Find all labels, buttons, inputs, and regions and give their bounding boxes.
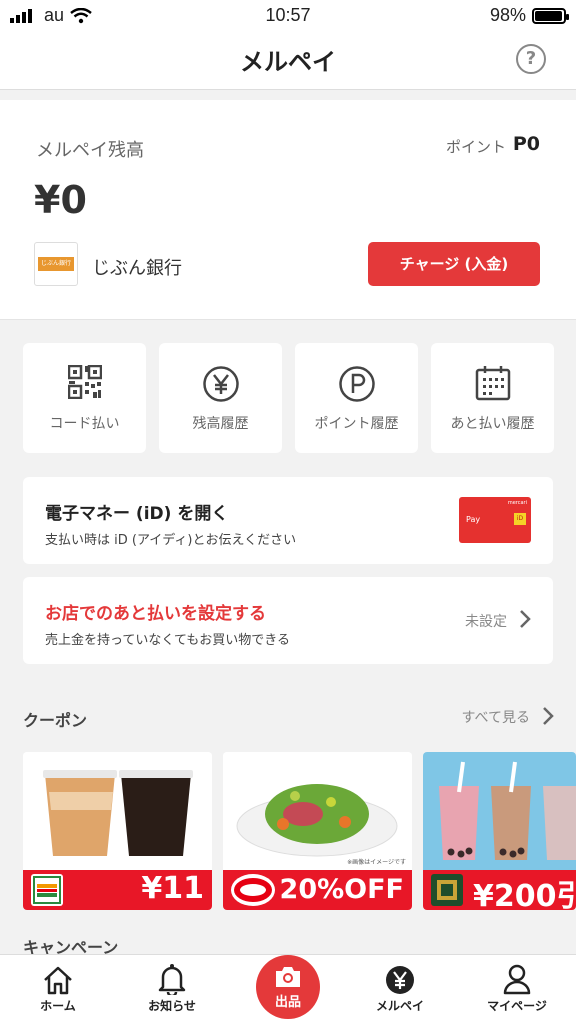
camera-icon bbox=[276, 967, 300, 987]
quick-action-label: コード払い bbox=[49, 416, 120, 432]
atobarai-subtitle: 売上金を持っていなくてもお買い物できる bbox=[45, 633, 291, 648]
tab-label: ホーム bbox=[40, 999, 76, 1013]
bank-logo: じぶん銀行 bbox=[34, 242, 78, 286]
card-pay-text: Pay bbox=[466, 515, 481, 524]
atobarai-title: お店でのあと払いを設定する bbox=[45, 604, 266, 624]
id-card-banner[interactable]: 電子マネー (iD) を開く 支払い時は iD (アイディ)とお伝えください m… bbox=[23, 477, 553, 564]
person-icon bbox=[503, 964, 531, 995]
see-all-link[interactable]: すべて見る bbox=[462, 707, 530, 727]
tab-label: お知らせ bbox=[148, 999, 196, 1013]
coupon-bar: ¥11 bbox=[23, 870, 212, 910]
points-label: ポイント bbox=[445, 138, 506, 156]
quick-action-label: あと払い履歴 bbox=[450, 416, 535, 432]
sell-button[interactable]: 出品 bbox=[256, 955, 320, 1019]
salad-image bbox=[223, 752, 412, 870]
battery-icon bbox=[532, 7, 569, 24]
tab-notifications[interactable]: お知らせ bbox=[122, 963, 222, 1014]
quick-actions: コード払い 残高履歴 ポイント履歴 あと払い履歴 bbox=[23, 343, 554, 453]
bank-logo-text: じぶん銀行 bbox=[38, 257, 74, 271]
charge-button[interactable]: チャージ (入金) bbox=[368, 242, 540, 286]
quick-action-label: ポイント履歴 bbox=[314, 416, 399, 432]
point-circle-icon bbox=[338, 366, 375, 402]
coupon-heading: クーポン bbox=[23, 711, 88, 730]
id-card-title: 電子マネー (iD) を開く bbox=[45, 504, 229, 524]
bell-icon bbox=[158, 964, 186, 995]
quick-action-label: 残高履歴 bbox=[192, 416, 249, 432]
atobarai-banner[interactable]: お店でのあと払いを設定する 売上金を持っていなくてもお買い物できる 未設定 bbox=[23, 577, 553, 664]
quick-action-code-pay[interactable]: コード払い bbox=[23, 343, 146, 453]
quick-action-point-history[interactable]: ポイント履歴 bbox=[295, 343, 418, 453]
image-note: ※画像はイメージです bbox=[347, 859, 406, 866]
balance-amount: ¥0 bbox=[34, 178, 87, 222]
card-brand: mercari bbox=[507, 500, 527, 506]
coupon-list: ¥11 ※画像はイメージです 20%OFF ¥200引 bbox=[23, 752, 576, 910]
status-right: 98% bbox=[489, 5, 569, 26]
chevron-right-icon bbox=[520, 610, 531, 628]
yen-circle-icon bbox=[202, 366, 239, 402]
bubble-tea-image bbox=[423, 752, 576, 870]
id-card-subtitle: 支払い時は iD (アイディ)とお伝えください bbox=[45, 533, 297, 548]
home-icon bbox=[44, 966, 72, 995]
coffee-cups-image bbox=[23, 752, 212, 870]
bank-name: じぶん銀行 bbox=[92, 258, 182, 279]
battery-percent: 98% bbox=[489, 5, 526, 25]
quick-action-atobarai-history[interactable]: あと払い履歴 bbox=[431, 343, 554, 453]
atobarai-status: 未設定 bbox=[465, 614, 507, 630]
tab-bar: ホーム お知らせ 出品 メルペイ マイページ bbox=[0, 954, 576, 1024]
balance-label: メルペイ残高 bbox=[36, 140, 144, 161]
tab-mypage[interactable]: マイページ bbox=[467, 963, 567, 1014]
page-title: メルペイ bbox=[240, 48, 336, 76]
tab-merpay[interactable]: メルペイ bbox=[350, 963, 450, 1014]
nav-bar: メルペイ ? bbox=[0, 30, 576, 90]
card-id-logo: iD bbox=[514, 513, 526, 525]
coupon-amount: 20%OFF bbox=[279, 874, 404, 905]
help-icon[interactable]: ? bbox=[516, 44, 546, 74]
coupon-card[interactable]: ※画像はイメージです 20%OFF bbox=[223, 752, 412, 910]
points-value: P0 bbox=[512, 133, 540, 155]
pronto-logo bbox=[431, 874, 463, 906]
seven-eleven-logo bbox=[31, 874, 63, 906]
quick-action-balance-history[interactable]: 残高履歴 bbox=[159, 343, 282, 453]
coupon-card[interactable]: ¥11 bbox=[23, 752, 212, 910]
calendar-icon bbox=[475, 366, 510, 401]
jonathan-logo bbox=[231, 874, 275, 906]
status-bar: au 10:57 98% bbox=[0, 0, 576, 30]
sell-label: 出品 bbox=[274, 995, 301, 1010]
coupon-bar: 20%OFF bbox=[223, 870, 412, 910]
balance-card: メルペイ残高 ポイント P0 ¥0 じぶん銀行 じぶん銀行 チャージ (入金) bbox=[0, 100, 576, 320]
qr-code-icon bbox=[67, 365, 102, 399]
tab-home[interactable]: ホーム bbox=[8, 963, 108, 1014]
coupon-amount: ¥200引 bbox=[473, 879, 576, 910]
tab-label: マイページ bbox=[487, 999, 547, 1013]
chevron-right-icon[interactable] bbox=[542, 706, 554, 726]
merpay-card-image: mercari Pay iD bbox=[459, 497, 531, 543]
tab-label: メルペイ bbox=[375, 999, 424, 1013]
coupon-bar: ¥200引 bbox=[423, 870, 576, 910]
coupon-amount: ¥11 bbox=[141, 871, 204, 906]
coupon-card[interactable]: ¥200引 bbox=[423, 752, 576, 910]
yen-coin-icon bbox=[386, 966, 414, 994]
